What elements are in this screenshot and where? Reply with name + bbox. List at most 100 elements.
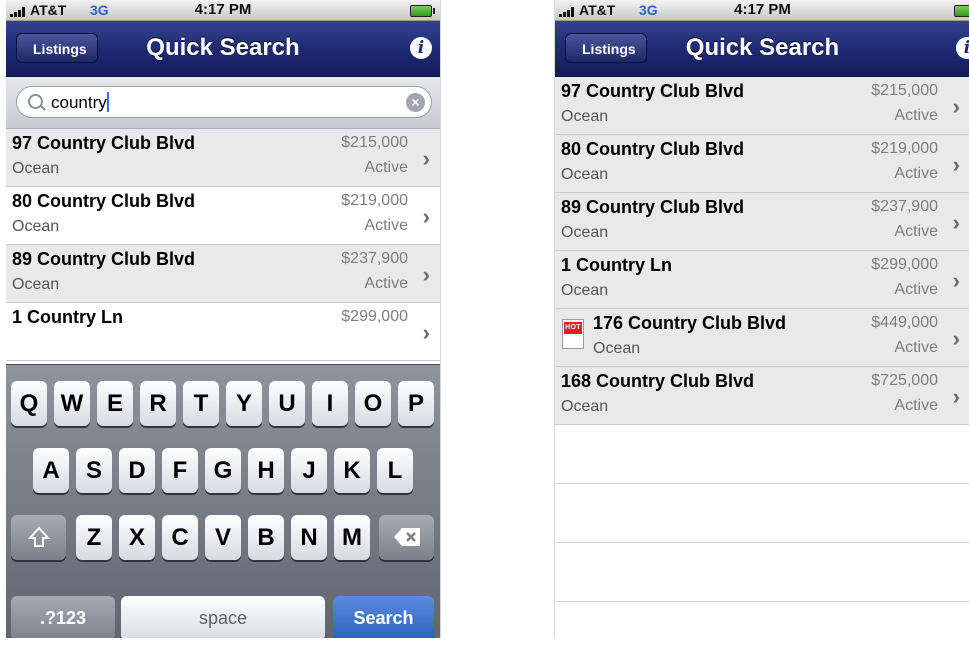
listing-status: Active	[894, 165, 938, 182]
listing-city: Ocean	[593, 340, 641, 357]
listing-address: 97 Country Club Blvd	[12, 133, 196, 153]
listing-price: $219,000	[341, 192, 408, 209]
status-bar: AT&T 3G 4:17 PM	[555, 0, 969, 21]
listing-address: 80 Country Club Blvd	[12, 191, 196, 211]
clock: 4:17 PM	[734, 1, 791, 18]
listing-price: $215,000	[341, 134, 408, 151]
listing-city: Ocean	[561, 282, 609, 299]
listing-row[interactable]: 1 Country Ln Ocean $299,000 Active ›	[555, 251, 969, 309]
clock: 4:17 PM	[194, 1, 252, 18]
listing-row[interactable]: 168 Country Club Blvd Ocean $725,000 Act…	[555, 367, 969, 425]
key-u[interactable]: U	[269, 381, 305, 426]
listing-price: $725,000	[871, 372, 938, 389]
key-n[interactable]: N	[291, 515, 327, 560]
onscreen-keyboard: Q W E R T Y U I O P A S D F G H J K L Z	[6, 364, 440, 638]
hot-badge-label: HOT	[564, 322, 582, 334]
magnifier-icon	[28, 94, 43, 109]
key-m[interactable]: M	[334, 515, 370, 560]
listing-row[interactable]: 97 Country Club Blvd Ocean $215,000 Acti…	[6, 129, 440, 187]
key-e[interactable]: E	[97, 381, 133, 426]
chevron-right-icon: ›	[952, 268, 960, 293]
listing-city: Ocean	[561, 108, 609, 125]
search-input[interactable]: country ×	[16, 86, 432, 118]
space-key[interactable]: space	[121, 596, 325, 638]
listing-row[interactable]: 80 Country Club Blvd Ocean $219,000 Acti…	[6, 187, 440, 245]
text-caret	[106, 92, 109, 112]
key-f[interactable]: F	[162, 448, 198, 493]
shift-key[interactable]	[11, 515, 66, 560]
navigation-bar: Listings Quick Search i	[6, 21, 440, 77]
key-j[interactable]: J	[291, 448, 327, 493]
key-z[interactable]: Z	[76, 515, 112, 560]
clear-icon[interactable]: ×	[406, 93, 425, 112]
key-r[interactable]: R	[140, 381, 176, 426]
listing-address: 1 Country Ln	[12, 307, 123, 327]
key-x[interactable]: X	[119, 515, 155, 560]
listing-row[interactable]: 80 Country Club Blvd Ocean $219,000 Acti…	[555, 135, 969, 193]
listing-price: $237,900	[871, 198, 938, 215]
listing-price: $237,900	[341, 250, 408, 267]
listing-status: Active	[364, 159, 408, 176]
chevron-right-icon: ›	[952, 210, 960, 235]
empty-row	[555, 425, 969, 484]
hot-listing-icon: HOT	[562, 319, 584, 349]
search-bar: country ×	[6, 77, 440, 129]
battery-icon	[410, 5, 435, 17]
key-p[interactable]: P	[398, 381, 434, 426]
empty-row	[555, 602, 969, 638]
listing-price: $299,000	[341, 308, 408, 325]
chevron-right-icon: ›	[952, 94, 960, 119]
listing-address: 97 Country Club Blvd	[561, 81, 745, 101]
chevron-right-icon: ›	[422, 262, 430, 287]
key-v[interactable]: V	[205, 515, 241, 560]
listing-status: Active	[894, 281, 938, 298]
key-o[interactable]: O	[355, 381, 391, 426]
key-i[interactable]: I	[312, 381, 348, 426]
listing-city: Ocean	[561, 224, 609, 241]
key-b[interactable]: B	[248, 515, 284, 560]
key-c[interactable]: C	[162, 515, 198, 560]
screen-search-typing: AT&T 3G 4:17 PM Listings Quick Search i …	[6, 0, 441, 638]
listing-status: Active	[364, 275, 408, 292]
key-s[interactable]: S	[76, 448, 112, 493]
screen-search-results: AT&T 3G 4:17 PM Listings Quick Search i …	[554, 0, 969, 638]
listing-address: 89 Country Club Blvd	[12, 249, 196, 269]
listing-list: 97 Country Club Blvd Ocean $215,000 Acti…	[6, 129, 440, 361]
listing-address: 80 Country Club Blvd	[561, 139, 745, 159]
listing-row[interactable]: 97 Country Club Blvd Ocean $215,000 Acti…	[555, 77, 969, 135]
search-input-value: country	[51, 93, 107, 112]
empty-row	[555, 484, 969, 543]
listing-address: 168 Country Club Blvd	[561, 371, 755, 391]
listing-price: $219,000	[871, 140, 938, 157]
key-y[interactable]: Y	[226, 381, 262, 426]
listing-status: Active	[894, 107, 938, 124]
listing-row[interactable]: 1 Country Ln $299,000 ›	[6, 303, 440, 361]
key-g[interactable]: G	[205, 448, 241, 493]
key-a[interactable]: A	[33, 448, 69, 493]
listing-row[interactable]: 89 Country Club Blvd Ocean $237,900 Acti…	[6, 245, 440, 303]
listing-status: Active	[894, 223, 938, 240]
listing-status: Active	[894, 339, 938, 356]
listing-city: Ocean	[561, 398, 609, 415]
key-k[interactable]: K	[334, 448, 370, 493]
listing-row[interactable]: 89 Country Club Blvd Ocean $237,900 Acti…	[555, 193, 969, 251]
listing-city: Ocean	[12, 160, 60, 177]
key-d[interactable]: D	[119, 448, 155, 493]
chevron-right-icon: ›	[952, 384, 960, 409]
key-h[interactable]: H	[248, 448, 284, 493]
search-key[interactable]: Search	[333, 596, 434, 638]
page-title: Quick Search	[146, 34, 300, 61]
status-bar: AT&T 3G 4:17 PM	[6, 0, 440, 21]
chevron-right-icon: ›	[952, 152, 960, 177]
chevron-right-icon: ›	[422, 146, 430, 171]
info-icon[interactable]: i	[410, 37, 432, 59]
listing-row[interactable]: HOT 176 Country Club Blvd Ocean $449,000…	[555, 309, 969, 367]
key-t[interactable]: T	[183, 381, 219, 426]
key-w[interactable]: W	[54, 381, 90, 426]
key-l[interactable]: L	[377, 448, 413, 493]
numbers-key[interactable]: .?123	[11, 596, 115, 638]
page-title: Quick Search	[685, 34, 840, 61]
backspace-key[interactable]	[379, 515, 434, 560]
listing-price: $299,000	[871, 256, 938, 273]
key-q[interactable]: Q	[11, 381, 47, 426]
